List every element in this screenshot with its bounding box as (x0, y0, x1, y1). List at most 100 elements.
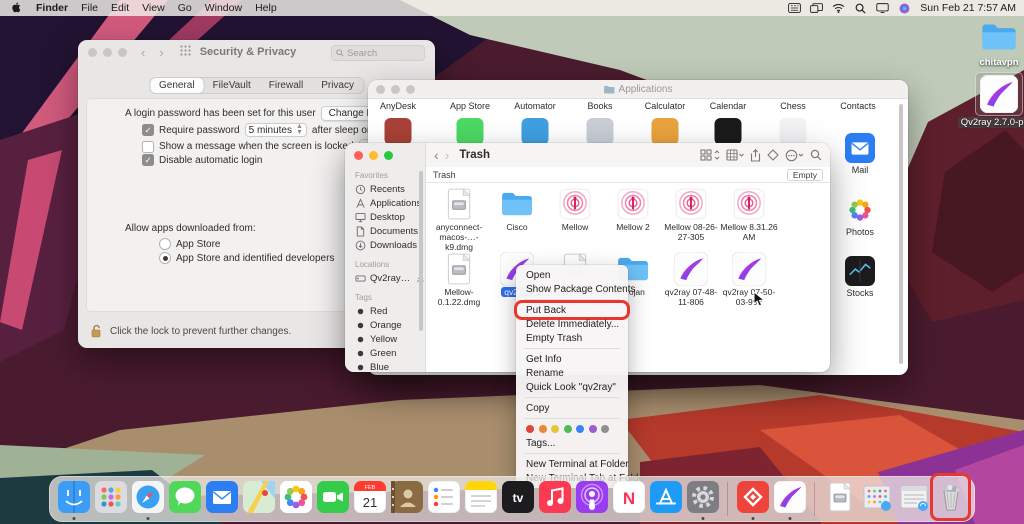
menubar-item-view[interactable]: View (142, 2, 165, 14)
tag-icon[interactable] (767, 148, 779, 162)
app-label-chess[interactable]: Chess (780, 101, 806, 111)
dock-item-disk-image[interactable] (823, 477, 856, 521)
close-button[interactable] (354, 151, 363, 160)
dock-item-messages[interactable] (168, 477, 201, 521)
tab-general[interactable]: General (150, 78, 204, 93)
file-cisco[interactable]: Cisco (488, 187, 546, 233)
spotlight-icon[interactable] (854, 3, 867, 14)
back-button[interactable]: ‹ (434, 147, 439, 163)
dock-item-qv2ray[interactable] (773, 477, 806, 521)
zoom-button[interactable] (118, 48, 127, 57)
radio-app-store[interactable] (159, 238, 171, 250)
sidebar-item-downloads[interactable]: Downloads (345, 238, 425, 252)
wifi-icon[interactable] (832, 3, 845, 14)
apple-menu-icon[interactable] (10, 3, 23, 14)
back-button[interactable]: ‹ (141, 45, 145, 60)
lock-icon[interactable] (90, 324, 103, 339)
show-message-checkbox[interactable] (142, 141, 154, 153)
menubar-item-edit[interactable]: Edit (111, 2, 129, 14)
icon-size-control[interactable] (700, 148, 720, 162)
dock-item-trash[interactable] (934, 477, 967, 521)
menu-item-new-terminal-at-folder[interactable]: New Terminal at Folder (516, 457, 628, 471)
sidebar-item-applications[interactable]: Applications (345, 196, 425, 210)
tag-color-dot[interactable] (564, 425, 572, 433)
app-label-calendar[interactable]: Calendar (710, 101, 747, 111)
app-item-stocks[interactable]: Stocks (825, 256, 895, 298)
dock-item-app-store[interactable] (649, 477, 682, 521)
file-mellow-8-31-26-am[interactable]: Mellow 8.31.26 AM (720, 187, 778, 243)
sidebar-scrollbar[interactable] (419, 171, 423, 331)
mission-control-icon[interactable] (810, 3, 823, 14)
menu-item-get-info[interactable]: Get Info (516, 352, 628, 366)
menu-item-delete-immediately-[interactable]: Delete Immediately... (516, 317, 628, 331)
menubar-item-file[interactable]: File (81, 2, 98, 14)
share-icon[interactable] (750, 148, 761, 162)
app-icon-partial[interactable] (715, 118, 742, 145)
app-icon-partial[interactable] (522, 118, 549, 145)
app-item-photos[interactable]: Photos (825, 195, 895, 237)
app-label-contacts[interactable]: Contacts (840, 101, 876, 111)
menu-item-open[interactable]: Open (516, 268, 628, 282)
tag-color-dot[interactable] (539, 425, 547, 433)
app-label-books[interactable]: Books (587, 101, 612, 111)
app-icon-partial[interactable] (385, 118, 412, 145)
show-all-icon[interactable] (180, 43, 191, 61)
window-controls[interactable] (88, 48, 127, 57)
file-qv2ray-07-50-03-992[interactable]: qv2ray 07-50-03-992 (720, 252, 778, 308)
menubar-clock[interactable]: Sun Feb 21 7:57 AM (920, 2, 1016, 14)
tag-color-dot[interactable] (526, 425, 534, 433)
menu-item-empty-trash[interactable]: Empty Trash (516, 331, 628, 345)
file-mellow-0-1-22-dmg[interactable]: Mellow-0.1.22.dmg (430, 252, 488, 308)
file-mellow-2[interactable]: Mellow 2 (604, 187, 662, 233)
file-mellow[interactable]: Mellow (546, 187, 604, 233)
tab-privacy[interactable]: Privacy (312, 78, 363, 93)
dock-item-news[interactable]: N (612, 477, 645, 521)
menubar-item-finder[interactable]: Finder (36, 2, 68, 14)
dock-item-finder[interactable] (57, 477, 90, 521)
minimize-button[interactable] (391, 85, 400, 94)
dock-item-tv[interactable]: tv (501, 477, 534, 521)
app-item-mail[interactable]: Mail (825, 133, 895, 175)
group-by-control[interactable] (726, 148, 744, 162)
dock-item-minimized-window[interactable] (897, 477, 930, 521)
menubar-item-help[interactable]: Help (255, 2, 277, 14)
minimize-button[interactable] (369, 151, 378, 160)
window-controls[interactable] (376, 85, 415, 94)
app-icon-partial[interactable] (587, 118, 614, 145)
tag-color-dot[interactable] (551, 425, 559, 433)
dock-item-system-preferences[interactable] (686, 477, 719, 521)
app-icon-partial[interactable] (780, 118, 807, 145)
dock-item-maps[interactable] (242, 477, 275, 521)
sidebar-item-red[interactable]: Red (345, 304, 425, 318)
app-label-app-store[interactable]: App Store (450, 101, 490, 111)
dock-item-safari[interactable] (131, 477, 164, 521)
app-icon-partial[interactable] (457, 118, 484, 145)
scrollbar[interactable] (899, 104, 903, 364)
file-anyconnect-macos-k9-dmg[interactable]: anyconnect-macos-…-k9.dmg (430, 187, 488, 252)
zoom-button[interactable] (406, 85, 415, 94)
desktop-icon-qv2ray[interactable]: Qv2ray 2.7.0-pre2 (957, 72, 1024, 128)
dock-item-minimized-window[interactable] (860, 477, 893, 521)
close-button[interactable] (88, 48, 97, 57)
menubar-item-window[interactable]: Window (205, 2, 242, 14)
app-label-calculator[interactable]: Calculator (645, 101, 686, 111)
search-icon[interactable] (810, 148, 822, 162)
more-actions-icon[interactable] (785, 148, 804, 162)
dock-item-reminders[interactable] (427, 477, 460, 521)
file-qv2ray-07-48-11-806[interactable]: qv2ray 07-48-11-806 (662, 252, 720, 308)
siri-icon[interactable] (898, 3, 911, 14)
sidebar-item-blue[interactable]: Blue (345, 360, 425, 372)
search-input[interactable]: Search (331, 45, 425, 61)
sidebar-item-documents[interactable]: Documents (345, 224, 425, 238)
close-button[interactable] (376, 85, 385, 94)
tab-firewall[interactable]: Firewall (260, 78, 312, 93)
file-mellow-08-26-27-305[interactable]: Mellow 08-26-27-305 (662, 187, 720, 243)
forward-button[interactable]: › (445, 147, 450, 163)
menu-item-rename[interactable]: Rename (516, 366, 628, 380)
dock-item-podcasts[interactable] (575, 477, 608, 521)
input-source-icon[interactable] (788, 3, 801, 14)
sidebar-item-yellow[interactable]: Yellow (345, 332, 425, 346)
dock-item-contacts[interactable] (390, 477, 423, 521)
sidebar-item-orange[interactable]: Orange (345, 318, 425, 332)
dock-item-facetime[interactable] (316, 477, 349, 521)
